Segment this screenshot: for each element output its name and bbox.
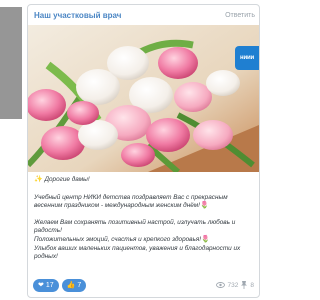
post-text: ✨ Дорогие дамы! Учебный центр НИКИ детст… (28, 172, 259, 262)
paragraph-1-text: Учебный центр НИКИ детства поздравляет В… (34, 193, 228, 210)
views-count: 732 (227, 281, 239, 289)
greeting-text: Дорогие дамы! (44, 176, 90, 183)
reaction-count: 17 (45, 281, 54, 289)
paragraph-2-line-2: Положительных эмоций, счастья и крепкого… (34, 236, 253, 245)
reactions-bar: ❤ 17 👍 7 (33, 278, 87, 292)
pin-icon (241, 281, 248, 289)
eye-icon (215, 282, 225, 288)
left-gray-panel (0, 7, 22, 119)
channel-post-card: Наш участковый врач Ответить ниии ✨ Доро… (27, 4, 260, 298)
post-footer: ❤ 17 👍 7 732 8 (28, 278, 259, 292)
post-meta: 732 8 (215, 281, 254, 289)
channel-name[interactable]: Наш участковый врач (34, 11, 121, 20)
heart-icon: ❤ (38, 282, 44, 289)
clinic-logo-badge: ниии (235, 46, 259, 70)
reaction-thumbs-up[interactable]: 👍 7 (61, 278, 87, 292)
sparkles-icon: ✨ (34, 176, 43, 183)
greeting-line: ✨ Дорогие дамы! (34, 176, 253, 185)
reply-link[interactable]: Ответить (225, 12, 255, 19)
tulip-icon: 🌷 (201, 235, 210, 243)
post-time: 8 (250, 281, 254, 289)
post-header: Наш участковый врач Ответить (28, 5, 259, 25)
tulip-icon: 🌷 (199, 202, 209, 210)
paragraph-2-line-1: Желаем Вам сохранять позитивный настрой,… (34, 218, 236, 235)
thumbs-up-icon: 👍 (66, 282, 76, 289)
reaction-count: 7 (77, 281, 82, 289)
paragraph-1: Учебный центр НИКИ детства поздравляет В… (34, 194, 253, 211)
paragraph-2-line-3: Улыбок ваших маленьких пациентов, уважен… (34, 244, 241, 261)
post-photo-tulips[interactable]: ниии (28, 25, 259, 172)
paragraph-2-line-2-text: Положительных эмоций, счастья и крепкого… (34, 235, 202, 243)
reaction-heart[interactable]: ❤ 17 (33, 278, 59, 292)
